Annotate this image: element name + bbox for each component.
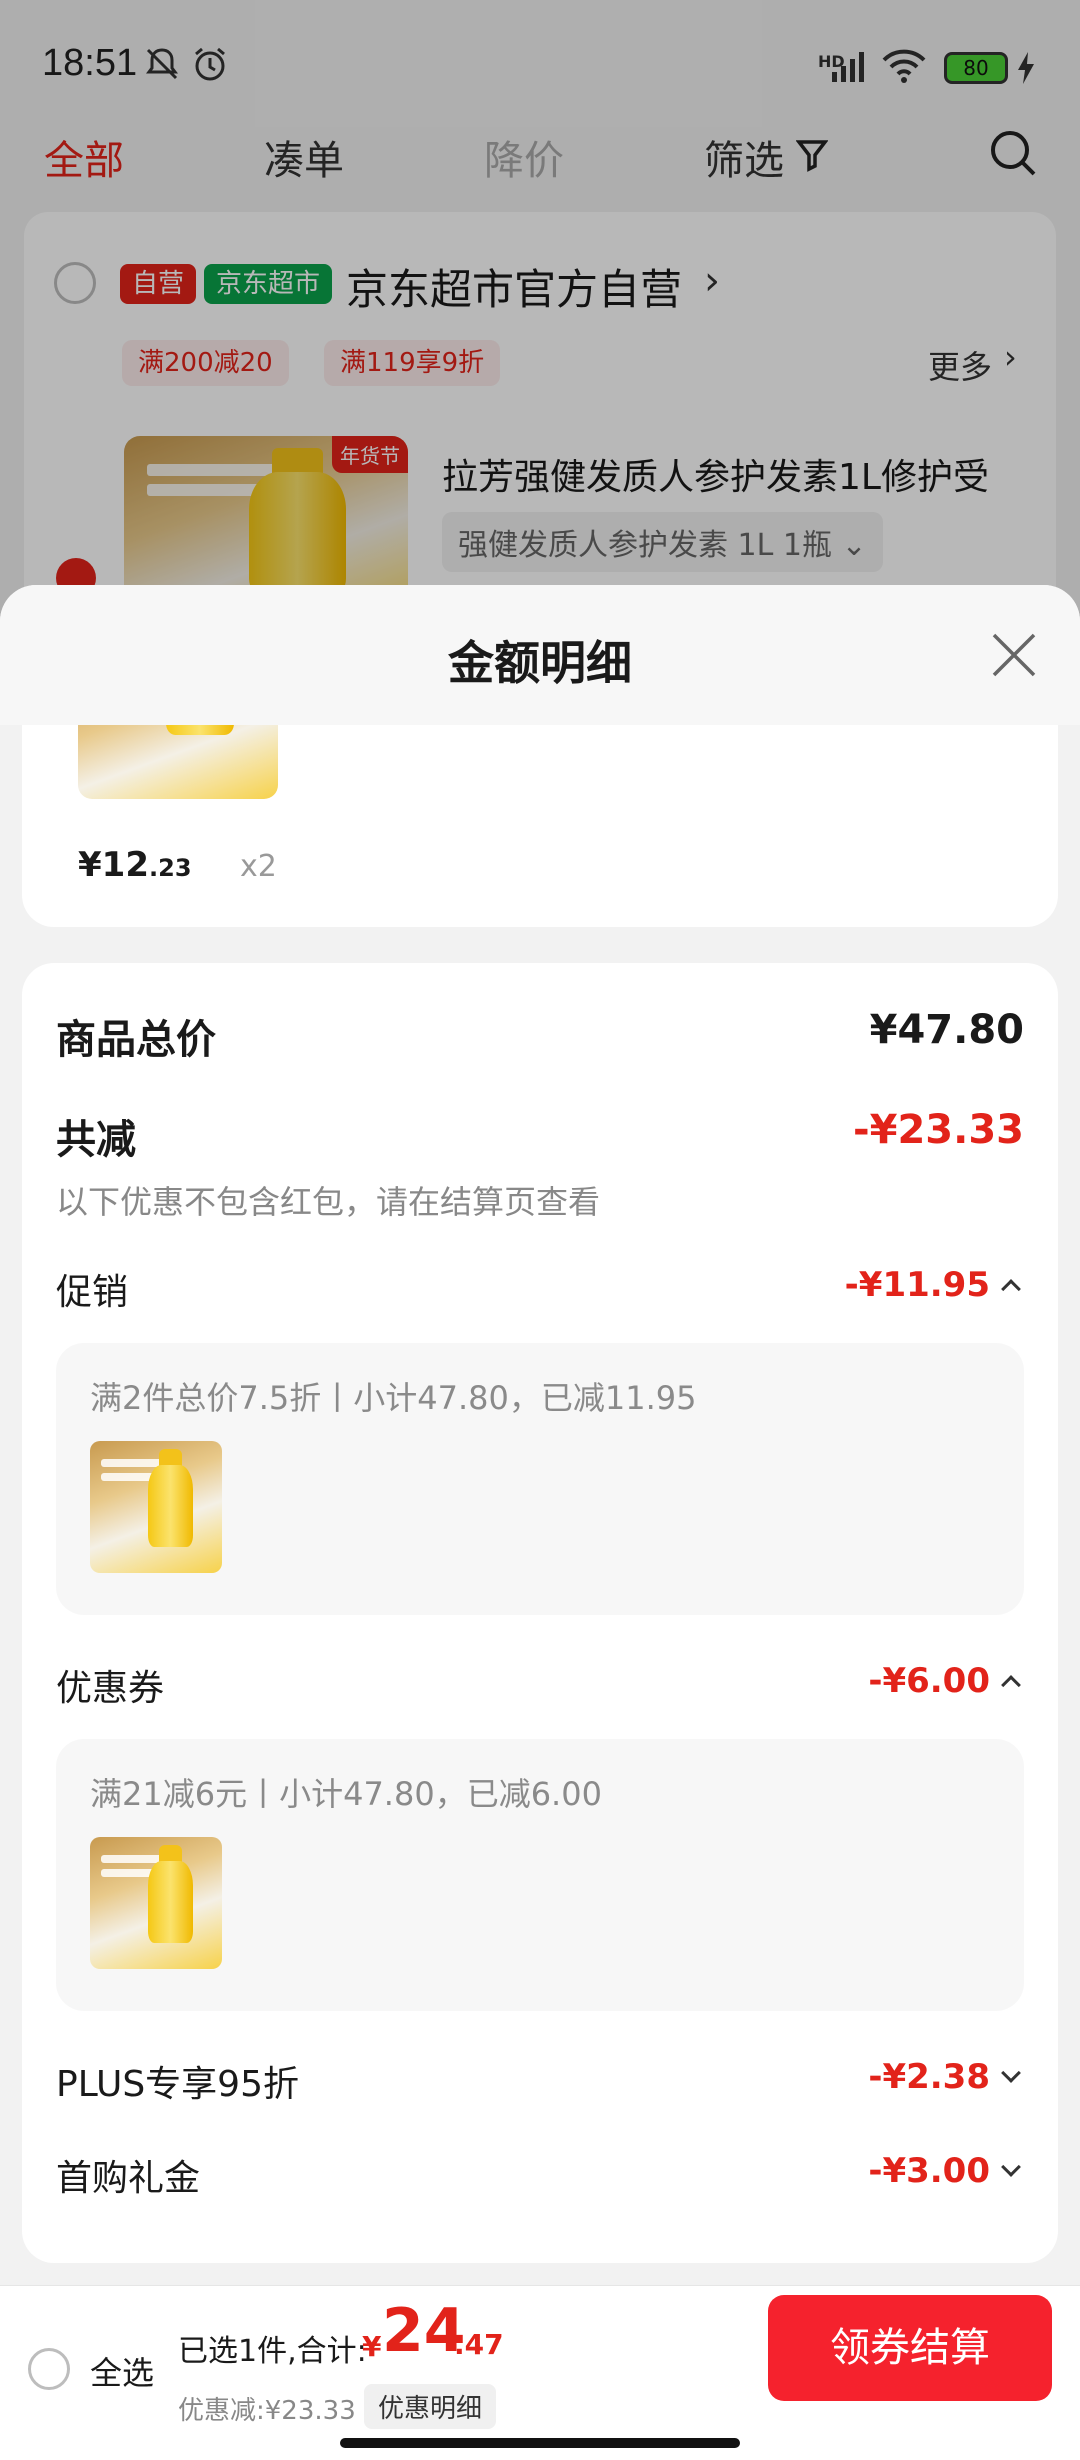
promo-section-label[interactable]: 促销 — [56, 1263, 128, 1315]
sheet-header: 金额明细 — [0, 585, 1080, 725]
total-price-label: 商品总价 — [56, 1017, 216, 1063]
plus-section-label[interactable]: PLUS专享95折 — [56, 2055, 299, 2107]
promo-section-value: -¥11.95 — [844, 1265, 990, 1305]
saved-amount: 优惠减:¥23.33 — [178, 2396, 356, 2426]
grand-total-symbol: ¥ — [362, 2330, 382, 2363]
first-purchase-section-label[interactable]: 首购礼金 — [56, 2149, 200, 2201]
coupon-detail-box: 满21减6元丨小计47.80，已减6.00 — [56, 1739, 1024, 2011]
total-price-value: ¥47.80 — [869, 1007, 1024, 1053]
plus-section-toggle[interactable]: -¥2.38 — [868, 2057, 1021, 2097]
chevron-down-icon — [1001, 2062, 1021, 2083]
discount-detail-button[interactable]: 优惠明细 — [364, 2384, 497, 2429]
first-purchase-section-value: -¥3.00 — [868, 2151, 990, 2191]
chevron-up-icon — [1001, 1278, 1021, 1299]
chevron-up-icon — [1001, 1674, 1021, 1695]
sheet-title: 金额明细 — [448, 636, 632, 690]
selected-summary: 已选1件,合计: — [178, 2334, 367, 2369]
discount-total-value: -¥23.33 — [853, 1107, 1024, 1153]
first-purchase-section-toggle[interactable]: -¥3.00 — [868, 2151, 1021, 2191]
discount-total-label: 共减 — [56, 1117, 136, 1163]
promo-detail-text: 满2件总价7.5折丨小计47.80，已减11.95 — [90, 1379, 697, 1417]
promo-section-toggle[interactable]: -¥11.95 — [844, 1265, 1021, 1305]
coupon-section-toggle[interactable]: -¥6.00 — [868, 1661, 1021, 1701]
item-price-dec: .23 — [149, 854, 192, 882]
item-card: ¥12.23 x2 — [22, 665, 1058, 927]
item-price-symbol: ¥ — [78, 845, 102, 885]
item-quantity: x2 — [240, 849, 277, 884]
select-all-radio[interactable] — [28, 2348, 70, 2390]
promo-detail-box: 满2件总价7.5折丨小计47.80，已减11.95 — [56, 1343, 1024, 1615]
coupon-product-thumb — [90, 1837, 222, 1969]
chevron-down-icon — [1001, 2156, 1021, 2177]
home-indicator[interactable] — [340, 2438, 740, 2448]
checkout-button[interactable]: 领券结算 — [768, 2295, 1052, 2401]
discount-note: 以下优惠不包含红包，请在结算页查看 — [56, 1183, 601, 1221]
coupon-section-value: -¥6.00 — [868, 1661, 990, 1701]
promo-product-thumb — [90, 1441, 222, 1573]
item-price-int: 12 — [101, 845, 149, 885]
amount-detail-sheet: ¥12.23 x2 金额明细 商品总价 ¥47.80 共减 -¥23.33 以下… — [0, 585, 1080, 2285]
price-breakdown-card: 商品总价 ¥47.80 共减 -¥23.33 以下优惠不包含红包，请在结算页查看… — [22, 963, 1058, 2263]
grand-total-int: 24 — [382, 2296, 466, 2366]
plus-section-value: -¥2.38 — [868, 2057, 990, 2097]
coupon-detail-text: 满21减6元丨小计47.80，已减6.00 — [90, 1775, 602, 1813]
grand-total-dec: .47 — [454, 2328, 504, 2361]
close-icon[interactable] — [990, 631, 1038, 679]
coupon-section-label[interactable]: 优惠券 — [56, 1659, 164, 1711]
item-unit-price: ¥12.23 — [78, 845, 192, 885]
select-all-label[interactable]: 全选 — [90, 2348, 154, 2394]
